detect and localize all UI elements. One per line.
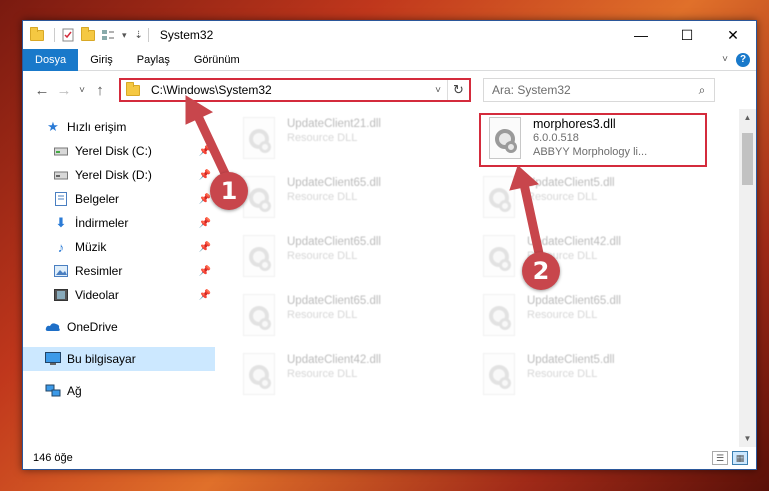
annotation-badge-2: 2 (522, 252, 560, 290)
annotation-arrows (185, 95, 545, 263)
annotation-badge-1: 1 (210, 172, 248, 210)
